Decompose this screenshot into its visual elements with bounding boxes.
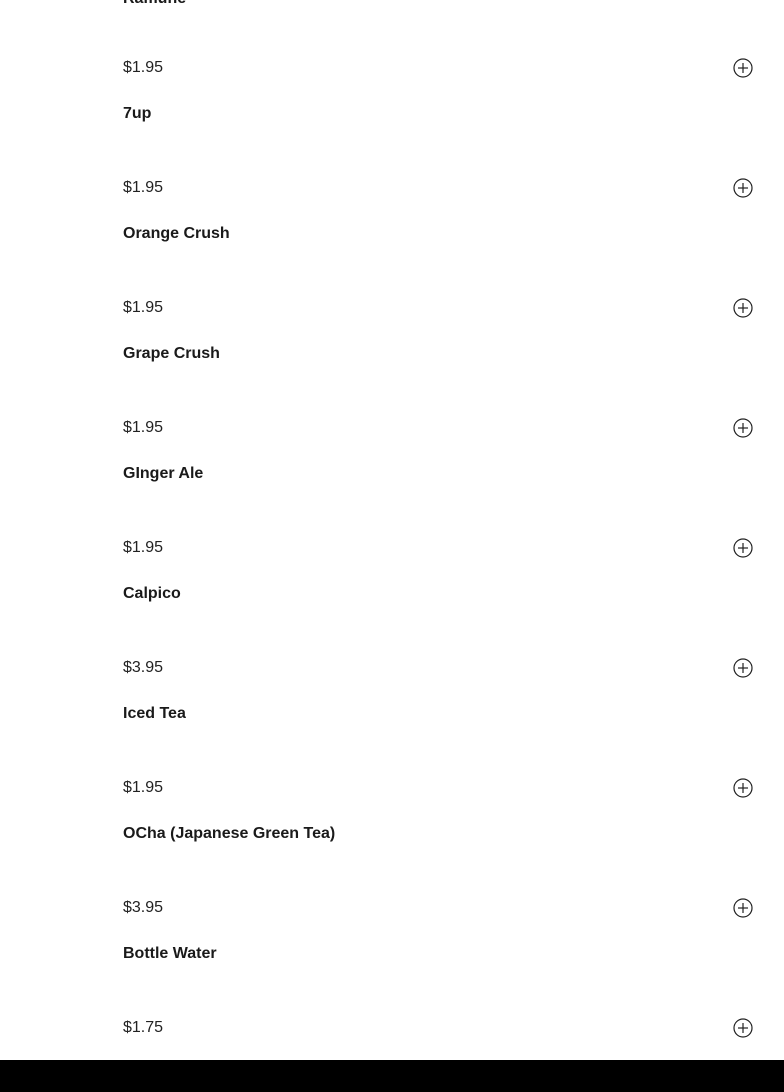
menu-item[interactable]: $1.95 OCha (Japanese Green Tea) — [123, 778, 763, 898]
add-item-button[interactable] — [733, 418, 753, 438]
menu-item-price: $1.95 — [123, 179, 164, 196]
plus-circle-icon — [733, 1018, 753, 1038]
menu-item-price: $1.95 — [123, 419, 164, 436]
menu-item-price: $1.95 — [123, 539, 164, 556]
menu-item-name-partial: Ramune — [123, 0, 186, 8]
plus-circle-icon — [733, 898, 753, 918]
menu-item[interactable]: $1.95 Calpico — [123, 538, 763, 658]
add-item-button[interactable] — [733, 178, 753, 198]
add-item-button[interactable] — [733, 58, 753, 78]
menu-item-price: $1.95 — [123, 59, 164, 76]
bottom-bar — [0, 1060, 784, 1092]
plus-circle-icon — [733, 658, 753, 678]
menu-item-price: $3.95 — [123, 659, 164, 676]
plus-circle-icon — [733, 298, 753, 318]
menu-item[interactable]: $1.95 7up — [123, 58, 763, 178]
menu-item[interactable]: $1.95 GInger Ale — [123, 418, 763, 538]
add-item-button[interactable] — [733, 298, 753, 318]
plus-circle-icon — [733, 778, 753, 798]
menu-item-name: Bottle Water — [123, 945, 217, 962]
menu-item-name: 7up — [123, 105, 152, 122]
menu-item-name: Calpico — [123, 585, 181, 602]
plus-circle-icon — [733, 178, 753, 198]
add-item-button[interactable] — [733, 538, 753, 558]
menu-item-name: Orange Crush — [123, 225, 230, 242]
menu-item[interactable]: $1.95 Grape Crush — [123, 298, 763, 418]
menu-item-price: $1.95 — [123, 299, 164, 316]
menu-item[interactable]: $3.95 Iced Tea — [123, 658, 763, 778]
menu-item-price: $3.95 — [123, 899, 164, 916]
add-item-button[interactable] — [733, 1018, 753, 1038]
menu-item-name: GInger Ale — [123, 465, 204, 482]
add-item-button[interactable] — [733, 778, 753, 798]
menu-item-name: Grape Crush — [123, 345, 220, 362]
plus-circle-icon — [733, 58, 753, 78]
add-item-button[interactable] — [733, 658, 753, 678]
menu-item[interactable]: $3.95 Bottle Water — [123, 898, 763, 1018]
menu-item[interactable]: $1.95 Orange Crush — [123, 178, 763, 298]
add-item-button[interactable] — [733, 898, 753, 918]
menu-item-price: $1.95 — [123, 779, 164, 796]
plus-circle-icon — [733, 418, 753, 438]
menu-page: Ramune $1.95 7up $1.95 Orange Crush $1.9… — [0, 0, 784, 1092]
plus-circle-icon — [733, 538, 753, 558]
menu-item-name: Iced Tea — [123, 705, 186, 722]
menu-item-name: OCha (Japanese Green Tea) — [123, 825, 336, 842]
menu-item-price: $1.75 — [123, 1019, 164, 1036]
